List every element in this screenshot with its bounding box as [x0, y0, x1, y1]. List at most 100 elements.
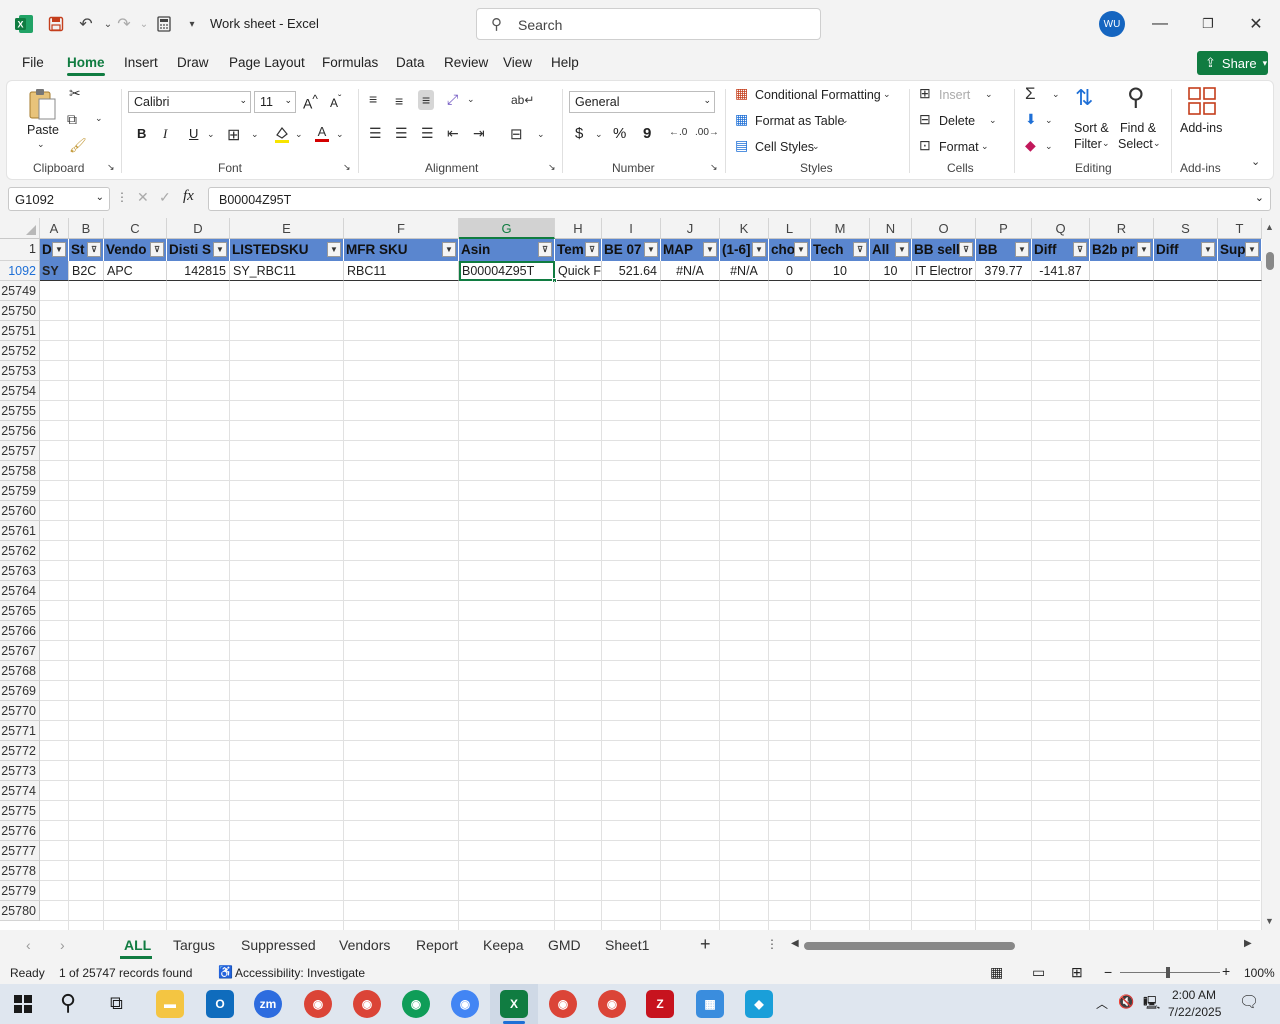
tab-file[interactable]: File	[22, 55, 44, 70]
table-cell[interactable]: 142815	[167, 261, 230, 281]
row-header[interactable]: 25769	[0, 681, 40, 701]
insert-cells-button[interactable]: Insert	[939, 88, 970, 102]
table-header-cell[interactable]: LISTEDSKU ▼	[230, 239, 344, 261]
table-header-cell[interactable]: MAP ▼	[661, 239, 720, 261]
row-header[interactable]: 25758	[0, 461, 40, 481]
table-header-cell[interactable]: Diff ▼	[1154, 239, 1218, 261]
sort-filter-label-2[interactable]: Filter	[1074, 137, 1102, 151]
filter-dropdown-icon[interactable]: ⊽	[87, 242, 101, 257]
clipboard-launcher-icon[interactable]: ↘	[107, 162, 115, 173]
orientation-icon[interactable]: ⤢	[447, 91, 458, 108]
filter-dropdown-icon[interactable]: ⊽	[959, 242, 973, 257]
tab-formulas[interactable]: Formulas	[322, 55, 378, 70]
row-header[interactable]: 25771	[0, 721, 40, 741]
filter-dropdown-icon[interactable]: ▼	[644, 242, 658, 257]
filezilla-icon[interactable]: Z	[646, 990, 674, 1018]
font-color-icon[interactable]: A	[313, 124, 331, 146]
format-table-icon[interactable]: ▦	[735, 111, 748, 128]
tab-view[interactable]: View	[503, 55, 532, 70]
outlook-icon[interactable]: O	[206, 990, 234, 1018]
autosum-dropdown-icon[interactable]: ⌄	[1052, 89, 1060, 100]
font-size-select[interactable]: 11 ⌄	[254, 91, 296, 113]
filter-dropdown-icon[interactable]: ▼	[213, 242, 227, 257]
paste-dropdown-icon[interactable]: ⌄	[37, 139, 45, 150]
currency-dropdown-icon[interactable]: ⌄	[595, 129, 603, 140]
paste-icon[interactable]	[27, 87, 57, 126]
next-sheet-icon[interactable]: ›	[60, 937, 65, 953]
table-cell[interactable]: 10	[870, 261, 912, 281]
filter-dropdown-icon[interactable]: ⊽	[1073, 242, 1087, 257]
sort-filter-label-1[interactable]: Sort &	[1074, 121, 1109, 135]
row-header[interactable]: 25765	[0, 601, 40, 621]
table-header-cell[interactable]: BB sell ⊽	[912, 239, 976, 261]
chevron-down-icon[interactable]: ⌄	[985, 89, 993, 100]
table-header-cell[interactable]: Tem ⊽	[555, 239, 602, 261]
filter-dropdown-icon[interactable]: ▼	[1137, 242, 1151, 257]
font-name-select[interactable]: Calibri ⌄	[128, 91, 251, 113]
restore-button[interactable]: ❐	[1193, 12, 1223, 36]
table-cell[interactable]: B00004Z95T	[459, 261, 555, 281]
row-header[interactable]: 25767	[0, 641, 40, 661]
column-header-h[interactable]: H	[555, 218, 602, 239]
row-header[interactable]: 25770	[0, 701, 40, 721]
table-cell[interactable]: 521.64	[602, 261, 661, 281]
table-cell[interactable]: Quick F	[555, 261, 602, 281]
chevron-down-icon[interactable]: ⌄	[1102, 138, 1110, 149]
table-cell[interactable]: #N/A	[661, 261, 720, 281]
excel-taskbar-icon[interactable]: X	[500, 990, 528, 1018]
row-header[interactable]: 25772	[0, 741, 40, 761]
page-break-view-icon[interactable]: ⊞	[1071, 964, 1083, 981]
copy-icon[interactable]: ⧉	[67, 111, 77, 128]
addins-icon[interactable]	[1188, 87, 1216, 118]
sheet-tab-all[interactable]: ALL	[124, 937, 151, 953]
chrome-profile-4-icon[interactable]: ◉	[451, 990, 479, 1018]
cut-icon[interactable]: ✂	[69, 85, 81, 102]
row-header[interactable]: 25753	[0, 361, 40, 381]
table-cell[interactable]	[1090, 261, 1154, 281]
row-header[interactable]: 25755	[0, 401, 40, 421]
row-header[interactable]: 25776	[0, 821, 40, 841]
zoom-out-icon[interactable]: −	[1104, 964, 1112, 980]
sheet-tab-suppressed[interactable]: Suppressed	[241, 937, 316, 953]
table-header-cell[interactable]: B2b pr ▼	[1090, 239, 1154, 261]
autosum-icon[interactable]: Σ	[1025, 84, 1036, 104]
chrome-profile-6-icon[interactable]: ◉	[598, 990, 626, 1018]
table-cell[interactable]: #N/A	[720, 261, 769, 281]
sheet-tab-sheet1[interactable]: Sheet1	[605, 937, 649, 953]
column-header-c[interactable]: C	[104, 218, 167, 239]
normal-view-icon[interactable]: ▦	[990, 964, 1003, 981]
zoom-in-icon[interactable]: +	[1222, 963, 1230, 979]
increase-indent-icon[interactable]: ⇥	[473, 125, 485, 142]
sheet-tab-keepa[interactable]: Keepa	[483, 937, 523, 953]
wrap-text-icon[interactable]: ab↵	[511, 93, 534, 107]
chevron-down-icon[interactable]: ⌄	[981, 141, 989, 152]
clear-dropdown-icon[interactable]: ⌄	[1045, 141, 1053, 152]
row-header[interactable]: 25750	[0, 301, 40, 321]
table-cell[interactable]: SY_RBC11	[230, 261, 344, 281]
avatar[interactable]: WU	[1099, 11, 1125, 37]
find-select-label-2[interactable]: Select	[1118, 137, 1153, 151]
number-launcher-icon[interactable]: ↘	[710, 162, 718, 173]
column-header-o[interactable]: O	[912, 218, 976, 239]
table-header-cell[interactable]: Disti S ▼	[167, 239, 230, 261]
chevron-down-icon[interactable]: ⌄	[883, 89, 891, 100]
column-header-n[interactable]: N	[870, 218, 912, 239]
network-icon[interactable]: 🖳	[1143, 994, 1160, 1016]
chrome-profile-2-icon[interactable]: ◉	[353, 990, 381, 1018]
sheet-tab-vendors[interactable]: Vendors	[339, 937, 390, 953]
clock-date[interactable]: 7/22/2025	[1168, 1005, 1221, 1019]
name-box[interactable]: G1092 ⌄	[8, 187, 110, 211]
cancel-icon[interactable]: ✕	[137, 189, 149, 206]
merge-dropdown-icon[interactable]: ⌄	[537, 129, 545, 140]
table-header-cell[interactable]: (1-6] ▼	[720, 239, 769, 261]
enter-icon[interactable]: ✓	[159, 189, 171, 206]
align-top-icon[interactable]: ≡	[369, 91, 377, 107]
row-header[interactable]: 25780	[0, 901, 40, 921]
scroll-right-icon[interactable]: ▶	[1244, 938, 1252, 949]
row-header[interactable]: 25766	[0, 621, 40, 641]
filter-dropdown-icon[interactable]: ▼	[442, 242, 456, 257]
increase-font-icon[interactable]: A^	[303, 93, 318, 112]
undo-icon[interactable]: ↶	[74, 12, 98, 36]
search-input[interactable]: ⚲ Search	[476, 8, 821, 40]
row-header[interactable]: 25749	[0, 281, 40, 301]
